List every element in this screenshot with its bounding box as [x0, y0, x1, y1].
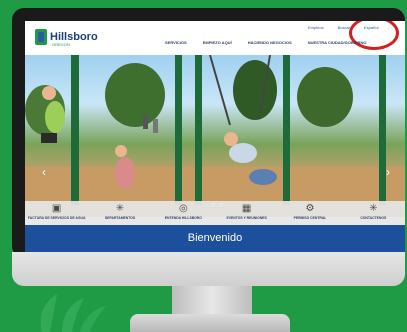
- monitor-icon: ▣: [51, 203, 62, 214]
- website-screen: Hillsboro OREGON Empleos Buscar Español …: [25, 21, 405, 252]
- nav-item-empiezo[interactable]: EMPIEZO AQUÍ: [203, 40, 232, 45]
- top-link-empleos[interactable]: Empleos: [308, 25, 324, 30]
- language-highlight-circle: [349, 21, 399, 50]
- logo-mark-icon: [35, 29, 47, 45]
- quick-links-bar: ▣ FACTURA DE SERVICIOS DE AGUA ✳ DEPARTA…: [25, 201, 405, 225]
- gear-icon: ⚙: [305, 203, 315, 214]
- hero-image: ‹ ›: [25, 55, 405, 217]
- monitor-stand-neck: [172, 286, 252, 316]
- quick-link-factura[interactable]: ▣ FACTURA DE SERVICIOS DE AGUA: [27, 203, 87, 220]
- quick-link-contactenos[interactable]: ✳ CONTACTENOS: [343, 203, 403, 220]
- network-icon: ✳: [369, 203, 378, 214]
- quick-link-label: FACTURA DE SERVICIOS DE AGUA: [27, 216, 86, 220]
- logo-subtitle: OREGON: [52, 42, 70, 47]
- nav-item-servicios[interactable]: SERVICIOS: [165, 40, 187, 45]
- playground-illustration: [25, 55, 405, 217]
- quick-link-eventos[interactable]: ▦ EVENTOS Y REUNIONES: [217, 203, 277, 220]
- quick-link-label: EVENTOS Y REUNIONES: [226, 216, 267, 220]
- chevron-left-icon[interactable]: ‹: [39, 165, 49, 179]
- compass-icon: ◎: [178, 203, 188, 214]
- quick-link-label: ENTENDA HILLSBORO: [164, 216, 202, 220]
- monitor-stand-base: [130, 314, 290, 332]
- welcome-banner: Bienvenido: [25, 225, 405, 252]
- quick-link-label: DEPARTAMENTOS: [104, 216, 136, 220]
- site-header: Hillsboro OREGON Empleos Buscar Español …: [25, 21, 405, 55]
- quick-link-departamentos[interactable]: ✳ DEPARTAMENTOS: [90, 203, 150, 220]
- nav-item-negocios[interactable]: HACIENDO NEGOCIOS: [248, 40, 292, 45]
- quick-link-label: PERMISO CENTRAL: [293, 216, 327, 220]
- top-link-buscar[interactable]: Buscar: [338, 25, 350, 30]
- monitor-chin: [12, 252, 405, 286]
- main-nav: SERVICIOS EMPIEZO AQUÍ HACIENDO NEGOCIOS…: [165, 40, 366, 45]
- chevron-right-icon[interactable]: ›: [383, 165, 393, 179]
- leaf-graphic: [40, 294, 106, 332]
- calendar-icon: ▦: [241, 203, 252, 214]
- network-icon: ✳: [115, 203, 125, 214]
- quick-link-entenda[interactable]: ◎ ENTENDA HILLSBORO: [153, 203, 213, 220]
- quick-link-label: CONTACTENOS: [360, 216, 387, 220]
- quick-link-permiso[interactable]: ⚙ PERMISO CENTRAL: [280, 203, 340, 220]
- nav-item-ciudad[interactable]: NUESTRA CIUDAD/GOBIERNO: [308, 40, 367, 45]
